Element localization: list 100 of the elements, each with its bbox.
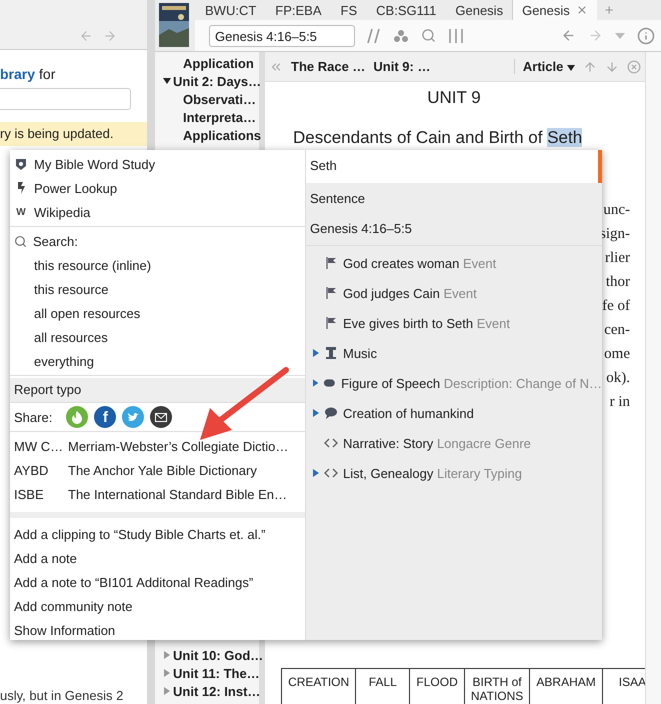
outline-item[interactable]: Unit 2: Days… [155, 72, 259, 90]
down-icon[interactable] [605, 60, 619, 74]
back-icon[interactable] [79, 29, 93, 43]
menu-item[interactable]: MW C… Merriam-Webster’s Collegiate Dictio… [10, 434, 305, 458]
columns-icon[interactable] [448, 28, 464, 44]
search-icon[interactable] [421, 28, 436, 43]
expand-caret-icon[interactable] [313, 409, 319, 417]
menu-item[interactable]: this resource (inline) [10, 253, 305, 277]
speech-bubble-icon [324, 406, 338, 420]
outline-item[interactable]: Unit 12: Inst… [155, 682, 259, 700]
menu-item[interactable]: Music [306, 338, 602, 368]
outline-item[interactable]: Applications [155, 126, 259, 144]
menu-item[interactable]: Report typo [10, 378, 305, 402]
breadcrumb-item[interactable]: The Race … [291, 59, 366, 74]
letter-icon: W [14, 206, 28, 218]
pillar-icon [324, 346, 338, 360]
tab[interactable]: BWU:CT [195, 0, 266, 20]
menu-item[interactable]: Figure of Speech Description: Change of N… [306, 368, 602, 398]
shield-icon [14, 157, 28, 171]
envelope-icon[interactable] [150, 406, 172, 428]
view-menu[interactable]: Article [514, 59, 575, 74]
menu-label: Search: [10, 229, 305, 253]
dots-icon[interactable] [393, 28, 409, 42]
back-icon[interactable] [561, 28, 576, 43]
tab[interactable]: FP:EBA [265, 0, 331, 20]
body-text: unc- [603, 201, 630, 220]
code-brackets-icon [324, 466, 338, 480]
outline-item[interactable]: Observati… [155, 90, 259, 108]
body-text: fe of [602, 297, 630, 316]
table-header: CREATION [282, 668, 356, 704]
menu-item[interactable]: W Wikipedia [10, 200, 305, 224]
menu-item[interactable]: Show Information [10, 618, 305, 640]
body-text: ok). [606, 369, 630, 388]
close-icon[interactable] [627, 60, 641, 74]
menu-item[interactable]: My Bible Word Study [10, 152, 305, 176]
menu-item[interactable]: God judges Cain Event [306, 278, 602, 308]
flag-icon [324, 286, 338, 300]
menu-item[interactable]: List, Genealogy Literary Typing [306, 458, 602, 488]
menu-item[interactable]: all open resources [10, 301, 305, 325]
menu-item[interactable]: Add community note [10, 594, 305, 618]
menu-item[interactable]: ISBE The International Standard Bible En… [10, 482, 305, 506]
label-text: for [39, 66, 56, 82]
body-text: thor [606, 273, 630, 292]
menu-item[interactable]: Eve gives birth to Seth Event [306, 308, 602, 338]
flag-icon [324, 316, 338, 330]
menu-item[interactable]: Add a note to “BI101 Additonal Readings” [10, 570, 305, 594]
table-header: BIRTH of NATIONS [464, 668, 530, 704]
menu-item[interactable]: Creation of humankind [306, 398, 602, 428]
scrollbar[interactable] [645, 52, 661, 704]
update-banner: ry is being updated. [0, 122, 147, 146]
reference-field[interactable]: Genesis 4:16–5:5 [209, 24, 355, 46]
caret-icon [567, 65, 575, 71]
code-brackets-icon [324, 436, 338, 450]
outline-item[interactable]: Application [155, 54, 259, 72]
tab[interactable]: CB:SG111 [366, 0, 446, 20]
body-text: ome [604, 345, 630, 364]
expand-caret-icon[interactable] [163, 651, 171, 659]
menu-item[interactable]: everything [10, 349, 305, 373]
share-label: Share: [14, 410, 52, 424]
table-header: ABRAHAM [530, 668, 602, 704]
expand-caret-icon[interactable] [163, 687, 171, 695]
flame-icon[interactable] [66, 406, 88, 428]
expand-caret-icon[interactable] [313, 349, 319, 357]
menu-item[interactable]: God creates woman Event [306, 248, 602, 278]
unit-title: UNIT 9 [426, 88, 482, 108]
forward-icon[interactable] [588, 28, 603, 43]
menu-item[interactable]: Power Lookup [10, 176, 305, 200]
outline-item[interactable]: Interpreta… [155, 108, 259, 126]
table-header: FALL [356, 668, 410, 704]
search-icon [14, 234, 27, 248]
collapse-caret-icon[interactable] [163, 77, 171, 85]
parallel-icon[interactable] [367, 28, 381, 44]
menu-item[interactable]: Add a note [10, 546, 305, 570]
outline-item[interactable]: Unit 11: The… [155, 664, 259, 682]
body-text: cen- [604, 321, 630, 340]
tab[interactable]: FS [330, 0, 366, 20]
menu-item[interactable]: this resource [10, 277, 305, 301]
search-field[interactable] [0, 88, 131, 110]
tab[interactable]: Genesis [445, 0, 512, 20]
library-link[interactable]: brary [0, 66, 36, 82]
facebook-icon[interactable]: f [94, 406, 116, 428]
expand-caret-icon[interactable] [163, 669, 171, 677]
info-icon[interactable] [637, 26, 655, 44]
menu-item[interactable]: AYBD The Anchor Yale Bible Dictionary [10, 458, 305, 482]
flag-icon [324, 256, 338, 270]
menu-item[interactable]: all resources [10, 325, 305, 349]
expand-caret-icon[interactable] [313, 379, 318, 387]
close-icon[interactable] [576, 4, 588, 16]
breadcrumb-item[interactable]: Unit 9: … [373, 59, 430, 74]
body-text: usly, but in Genesis 2 [0, 688, 124, 703]
forward-icon[interactable] [103, 29, 117, 43]
tab[interactable]: Genesis [512, 0, 597, 20]
menu-item[interactable]: Add a clipping to “Study Bible Charts et. al.” [10, 522, 305, 546]
up-icon[interactable] [583, 60, 597, 74]
dropdown-icon[interactable] [615, 32, 625, 38]
menu-item[interactable]: Narrative: Story Longacre Genre [306, 428, 602, 458]
expand-caret-icon[interactable] [313, 469, 319, 477]
context-item[interactable]: Seth [306, 150, 602, 183]
table-header: FLOOD [410, 668, 464, 704]
bird-icon[interactable] [122, 406, 144, 428]
